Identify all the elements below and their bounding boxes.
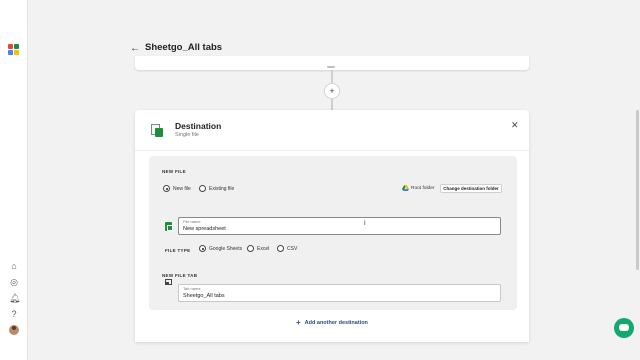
left-rail: ⌂ ◎ 🔔︎ ?: [0, 0, 28, 360]
radio-unselected-icon: [199, 185, 206, 192]
radio-new-file[interactable]: New file: [163, 185, 191, 192]
text-cursor-icon: I: [364, 221, 366, 227]
new-file-section-label: NEW FILE: [162, 169, 186, 174]
plus-icon: +: [296, 318, 301, 327]
google-sheets-icon: [165, 222, 173, 231]
radio-existing-file[interactable]: Existing file: [199, 185, 234, 192]
change-destination-folder-button[interactable]: Change destination folder: [440, 184, 502, 193]
tab-icon: [165, 279, 172, 285]
destination-file-icon: [151, 124, 163, 137]
avatar[interactable]: [9, 325, 19, 335]
chat-support-button[interactable]: [614, 318, 634, 338]
previous-step-card: [135, 56, 529, 70]
sheetgo-logo[interactable]: [8, 44, 20, 56]
google-drive-icon: [402, 185, 409, 191]
tab-name-value: Sheetgo_All tabs: [183, 293, 225, 299]
file-name-field[interactable]: File name New spreadsheet: [178, 217, 501, 235]
page-title: Sheetgo_All tabs: [145, 42, 223, 53]
radio-excel[interactable]: Excel: [247, 245, 269, 252]
tab-name-label: Tab name: [183, 286, 201, 291]
destination-title: Destination: [175, 121, 222, 131]
scrollbar[interactable]: [636, 110, 639, 270]
divider: [135, 150, 529, 151]
radio-new-file-label: New file: [173, 185, 191, 192]
bell-icon[interactable]: 🔔︎: [9, 293, 20, 303]
folder-label: Root folder: [411, 186, 435, 191]
radio-existing-file-label: Existing file: [209, 185, 235, 192]
radio-selected-icon: [163, 185, 170, 192]
arrow-left-icon[interactable]: ←: [130, 43, 140, 54]
add-another-destination-label: Add another destination: [304, 319, 368, 326]
radio-csv-label: CSV: [287, 245, 298, 252]
home-icon[interactable]: ⌂: [9, 261, 19, 271]
add-step-button[interactable]: +: [324, 83, 340, 99]
tab-name-field[interactable]: Tab name Sheetgo_All tabs: [178, 284, 501, 302]
help-icon[interactable]: ?: [9, 309, 19, 319]
file-name-value: New spreadsheet: [183, 226, 226, 232]
add-another-destination-button[interactable]: + Add another destination: [296, 318, 368, 327]
radio-unselected-icon: [247, 245, 254, 252]
radio-selected-icon: [199, 245, 206, 252]
compass-icon[interactable]: ◎: [9, 277, 19, 287]
close-icon[interactable]: ✕: [511, 120, 519, 131]
radio-google-sheets[interactable]: Google Sheets: [199, 245, 242, 252]
radio-google-sheets-label: Google Sheets: [209, 245, 243, 252]
radio-excel-label: Excel: [257, 245, 270, 252]
destination-card: Destination Single file ✕ NEW FILE New f…: [135, 110, 529, 342]
new-file-tab-section-label: NEW FILE TAB: [162, 273, 198, 278]
destination-subtitle: Single file: [175, 132, 199, 138]
destination-settings-panel: NEW FILE New file Existing file Root fol…: [149, 156, 517, 310]
radio-csv[interactable]: CSV: [277, 245, 297, 252]
radio-unselected-icon: [277, 245, 284, 252]
file-type-label: FILE TYPE: [165, 248, 191, 253]
file-name-label: File name: [183, 219, 201, 224]
